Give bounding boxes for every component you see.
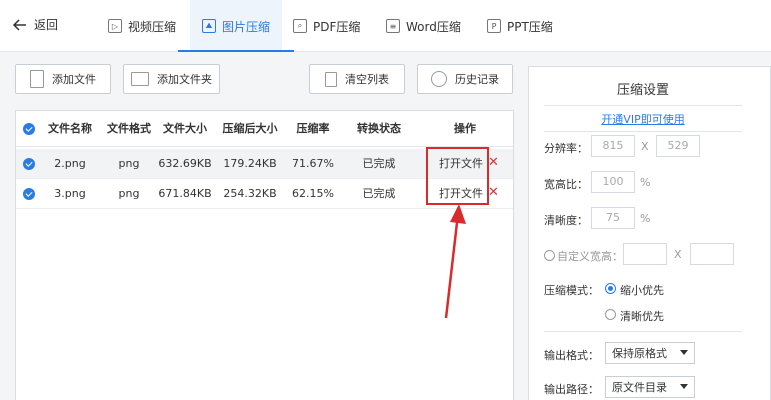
tab-word[interactable]: ≡ Word压缩 — [386, 0, 461, 52]
mode-small-label: 缩小优先 — [620, 284, 664, 297]
add-folder-label: 添加文件夹 — [157, 73, 212, 86]
resolution-separator: X — [641, 140, 649, 153]
divider — [544, 131, 742, 132]
clear-list-button[interactable]: 清空列表 — [309, 64, 405, 94]
compressed-size: 179.24KB — [223, 157, 277, 170]
annotation-arrow-icon — [444, 204, 466, 319]
status: 已完成 — [362, 187, 396, 200]
add-folder-icon — [131, 72, 149, 86]
col-compressed-size: 压缩后大小 — [222, 122, 278, 135]
custom-width-input[interactable] — [623, 243, 667, 265]
compressed-size: 254.32KB — [223, 187, 277, 200]
file-format: png — [118, 157, 140, 170]
back-button[interactable]: 返回 — [12, 16, 58, 33]
output-path-value: 原文件目录 — [612, 381, 667, 394]
arrow-left-icon — [12, 18, 26, 31]
clock-icon — [431, 71, 447, 87]
clear-list-label: 清空列表 — [345, 73, 389, 86]
table-header: 文件名称 文件格式 文件大小 压缩后大小 压缩率 转换状态 操作 — [16, 111, 513, 147]
word-icon: ≡ — [386, 19, 400, 33]
tab-ppt-label: PPT压缩 — [507, 19, 553, 34]
aspect-label: 宽高比： — [544, 178, 588, 191]
custom-height-input[interactable] — [690, 243, 734, 265]
add-file-icon — [30, 70, 44, 88]
tab-word-label: Word压缩 — [406, 19, 461, 34]
output-format-label: 输出格式： — [544, 349, 599, 362]
mode-small-radio[interactable] — [605, 283, 616, 294]
aspect-percent: % — [640, 176, 651, 189]
status: 已完成 — [362, 157, 396, 170]
custom-size-label: 自定义宽高： — [557, 250, 623, 263]
clarity-input[interactable]: 75 — [591, 207, 635, 229]
tab-video[interactable]: ▷ 视频压缩 — [108, 0, 176, 52]
history-label: 历史记录 — [455, 73, 499, 86]
tab-video-label: 视频压缩 — [128, 19, 177, 34]
divider — [544, 331, 742, 332]
col-format: 文件格式 — [107, 122, 151, 135]
row-checkbox[interactable] — [23, 158, 35, 170]
compression-ratio: 62.15% — [292, 187, 334, 200]
trash-icon — [325, 71, 337, 87]
back-label: 返回 — [34, 18, 59, 32]
video-icon: ▷ — [108, 19, 122, 33]
compression-ratio: 71.67% — [292, 157, 334, 170]
mode-clear-label: 清晰优先 — [620, 310, 664, 323]
output-format-value: 保持原格式 — [612, 347, 667, 360]
aspect-input[interactable]: 100 — [591, 171, 635, 193]
resolution-height-input[interactable]: 529 — [656, 135, 700, 157]
mode-clear-radio[interactable] — [605, 309, 616, 320]
output-path-label: 输出路径： — [544, 383, 599, 396]
mode-label: 压缩模式： — [544, 284, 599, 297]
resolution-width-input[interactable]: 815 — [591, 135, 635, 157]
caret-down-icon — [680, 384, 688, 389]
output-format-select[interactable]: 保持原格式 — [605, 342, 695, 364]
divider — [544, 105, 742, 106]
file-name: 3.png — [54, 187, 86, 200]
col-ratio: 压缩率 — [296, 122, 330, 135]
clarity-label: 清晰度： — [544, 214, 588, 227]
col-size: 文件大小 — [163, 122, 207, 135]
clarity-percent: % — [640, 212, 651, 225]
row-checkbox[interactable] — [23, 188, 35, 200]
custom-separator: X — [674, 248, 682, 261]
highlight-box — [426, 147, 489, 205]
file-format: png — [118, 187, 140, 200]
add-file-label: 添加文件 — [52, 73, 96, 86]
tab-ppt[interactable]: P PPT压缩 — [487, 0, 553, 52]
file-size: 632.69KB — [158, 157, 212, 170]
pdf-icon: ⌕ — [293, 19, 307, 33]
custom-size-radio[interactable] — [544, 250, 555, 261]
tab-pdf-label: PDF压缩 — [313, 19, 361, 34]
ppt-icon: P — [487, 19, 501, 33]
vip-link[interactable]: 开通VIP即可使用 — [529, 111, 757, 127]
file-name: 2.png — [54, 157, 86, 170]
add-folder-button[interactable]: 添加文件夹 — [123, 64, 220, 94]
image-icon: ⛰ — [202, 19, 216, 33]
tab-image-label: 图片压缩 — [222, 19, 271, 34]
delete-icon[interactable]: ✕ — [488, 155, 499, 170]
caret-down-icon — [680, 350, 688, 355]
top-nav: 返回 ▷ 视频压缩 ⛰ 图片压缩 ⌕ PDF压缩 ≡ Word压缩 P PPT压… — [0, 0, 771, 52]
settings-title: 压缩设置 — [616, 83, 669, 98]
col-name: 文件名称 — [48, 122, 92, 135]
tab-image[interactable]: ⛰ 图片压缩 — [177, 0, 295, 52]
compression-settings: 压缩设置 开通VIP即可使用 分辨率： 815 X 529 宽高比： 100 %… — [528, 66, 771, 400]
add-file-button[interactable]: 添加文件 — [15, 64, 111, 94]
file-size: 671.84KB — [158, 187, 212, 200]
col-status: 转换状态 — [357, 122, 401, 135]
delete-icon[interactable]: ✕ — [488, 185, 499, 200]
resolution-label: 分辨率： — [544, 142, 588, 155]
history-button[interactable]: 历史记录 — [417, 64, 513, 94]
output-path-select[interactable]: 原文件目录 — [605, 376, 695, 398]
select-all-checkbox[interactable] — [23, 123, 35, 135]
col-action: 操作 — [454, 122, 476, 135]
tab-pdf[interactable]: ⌕ PDF压缩 — [293, 0, 360, 52]
